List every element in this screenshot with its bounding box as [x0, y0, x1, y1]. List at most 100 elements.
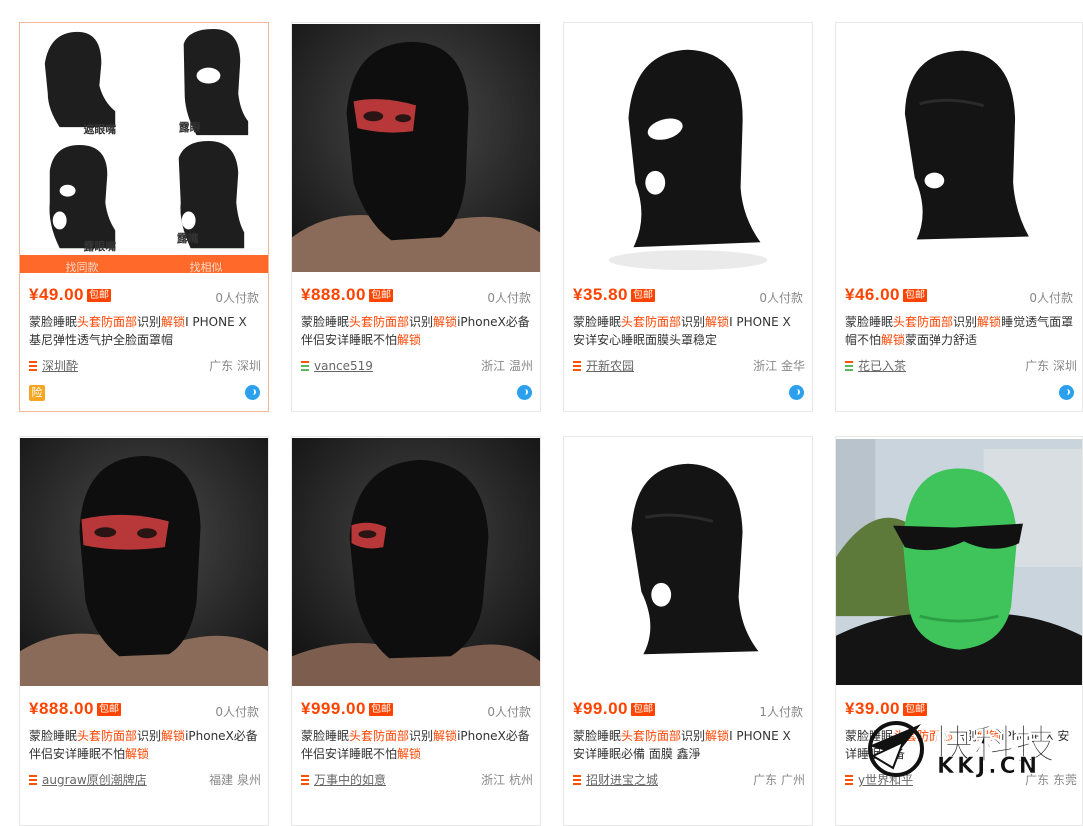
- price-row: ¥888.00 包邮: [301, 285, 393, 305]
- free-shipping-badge: 包邮: [631, 702, 655, 716]
- find-similar-button[interactable]: 找相似: [144, 255, 268, 273]
- title-text: 蒙脸睡眠: [301, 729, 350, 743]
- product-title[interactable]: 蒙脸睡眠头套防面部识别解锁I PHONE X 安详睡眠必備 面膜 鑫淨: [573, 727, 805, 763]
- location: 浙江 杭州: [481, 773, 533, 787]
- price-row: ¥99.00 包邮: [573, 699, 655, 719]
- product-image[interactable]: [836, 23, 1082, 273]
- product-card[interactable]: ¥888.00 包邮 0人付款 蒙脸睡眠头套防面部识别解锁iPhoneX必备伴侣…: [291, 22, 541, 412]
- free-shipping-badge: 包邮: [87, 288, 111, 302]
- product-title[interactable]: 蒙脸睡眠头套防面部识别解锁I PHONE X 安详安心睡眠面膜头罩稳定: [573, 313, 805, 349]
- chat-icon[interactable]: [789, 385, 804, 400]
- title-text: 蒙脸睡眠: [29, 315, 78, 329]
- free-shipping-badge: 包邮: [631, 288, 655, 302]
- free-shipping-badge: 包邮: [368, 702, 393, 716]
- price: ¥35.80: [573, 285, 628, 304]
- product-image[interactable]: [292, 23, 540, 273]
- variant-label: 露嘴: [177, 231, 199, 245]
- title-keyword: 解锁: [125, 747, 150, 761]
- product-title[interactable]: 蒙脸睡眠头套防面部识别解锁iPhoneX必备伴侣安详睡眠不怕解锁: [29, 727, 261, 763]
- title-text: 识别: [953, 315, 978, 329]
- product-card[interactable]: ¥888.00 包邮 0人付款 蒙脸睡眠头套防面部识别解锁iPhoneX必备伴侣…: [19, 436, 269, 826]
- mask-product-image: [564, 438, 812, 686]
- shop-link[interactable]: 开新农园: [586, 357, 634, 374]
- title-text: 识别: [137, 729, 162, 743]
- product-title[interactable]: 蒙脸睡眠头套防面部识别解锁iPhoneX必备伴侣安详睡眠不怕解锁: [301, 727, 533, 763]
- title-text: 蒙脸睡眠: [29, 729, 78, 743]
- product-image[interactable]: [836, 437, 1082, 687]
- shop-link[interactable]: 万事中的如意: [314, 771, 386, 788]
- product-card[interactable]: ¥35.80 包邮 0人付款 蒙脸睡眠头套防面部识别解锁I PHONE X 安详…: [563, 22, 813, 412]
- mask-variants-image: 遮眼嘴 露眼 露眼嘴 露嘴: [20, 24, 268, 272]
- chat-icon[interactable]: [245, 385, 260, 400]
- product-card[interactable]: ¥99.00 包邮 1人付款 蒙脸睡眠头套防面部识别解锁I PHONE X 安详…: [563, 436, 813, 826]
- title-keyword: 解锁: [397, 747, 422, 761]
- price-row: ¥49.00 包邮: [29, 285, 111, 305]
- title-keyword: 头套防面部: [349, 315, 410, 329]
- shop-link[interactable]: 花已入茶: [858, 357, 906, 374]
- price-row: ¥999.00 包邮: [301, 699, 393, 719]
- shop-link[interactable]: vance519: [314, 359, 373, 373]
- find-same-button[interactable]: 找同款: [20, 255, 144, 273]
- title-text: 识别: [409, 729, 434, 743]
- location: 浙江 金华: [753, 359, 805, 373]
- location: 广东 深圳: [209, 359, 261, 373]
- shop-link[interactable]: augraw原创潮牌店: [42, 771, 147, 788]
- product-image[interactable]: [292, 437, 540, 687]
- title-keyword: 解锁: [161, 315, 186, 329]
- man-mask-photo: [292, 438, 540, 686]
- title-keyword: 解锁: [705, 315, 730, 329]
- chat-icon[interactable]: [517, 385, 532, 400]
- shop-icon: [845, 774, 853, 785]
- shop-row: 深圳酔 广东 深圳: [29, 357, 261, 374]
- shop-link[interactable]: 招财进宝之城: [586, 771, 658, 788]
- variant-label: 露眼: [179, 121, 201, 134]
- title-text: 蒙脸睡眠: [845, 315, 894, 329]
- shop-link[interactable]: 深圳酔: [42, 357, 78, 374]
- title-keyword: 解锁: [433, 729, 458, 743]
- shop-row: 招财进宝之城 广东 广州: [573, 771, 805, 788]
- shop-row: augraw原创潮牌店 福建 泉州: [29, 771, 261, 788]
- location: 广东 深圳: [1025, 359, 1077, 373]
- price-row: ¥35.80 包邮: [573, 285, 655, 305]
- price: ¥49.00: [29, 285, 84, 304]
- free-shipping-badge: 包邮: [96, 702, 121, 716]
- action-bar: 找同款 找相似: [20, 255, 268, 273]
- sales-count: 0人付款: [759, 291, 803, 305]
- shop-icon: [301, 774, 309, 785]
- product-title[interactable]: 蒙脸睡眠头套防面部识别解锁iPhoneX必备伴侣安详睡眠不怕解锁: [301, 313, 533, 349]
- sales-count: 0人付款: [215, 291, 259, 305]
- product-image[interactable]: [564, 23, 812, 273]
- location: 广东 广州: [753, 773, 805, 787]
- product-card[interactable]: ¥999.00 包邮 0人付款 蒙脸睡眠头套防面部识别解锁iPhoneX必备伴侣…: [291, 436, 541, 826]
- title-keyword: 头套防面部: [621, 729, 682, 743]
- title-text: 蒙脸睡眠: [301, 315, 350, 329]
- title-keyword: 头套防面部: [893, 315, 954, 329]
- price: ¥99.00: [573, 699, 628, 718]
- product-card[interactable]: ¥46.00 包邮 0人付款 蒙脸睡眠头套防面部识别解锁睡觉透气面罩帽不怕解锁蒙…: [835, 22, 1083, 412]
- location: 福建 泉州: [209, 773, 261, 787]
- insurance-icon: 险: [29, 385, 45, 401]
- man-mask-photo: [20, 438, 268, 686]
- shop-icon: [845, 360, 853, 371]
- shop-icon: [29, 360, 37, 371]
- title-keyword: 解锁: [397, 333, 422, 347]
- mask-product-image: [564, 24, 812, 272]
- title-text: 蒙脸睡眠: [573, 729, 622, 743]
- title-text: 识别: [137, 315, 162, 329]
- product-card[interactable]: 遮眼嘴 露眼 露眼嘴 露嘴 找同款 找相似 ¥49.00 包邮 0人付款 蒙脸睡…: [19, 22, 269, 412]
- variant-label: 遮眼嘴: [83, 122, 116, 136]
- product-image[interactable]: 遮眼嘴 露眼 露眼嘴 露嘴: [20, 23, 268, 273]
- sales-count: 0人付款: [487, 291, 531, 305]
- shop-icon: [573, 360, 581, 371]
- product-title[interactable]: 蒙脸睡眠头套防面部识别解锁I PHONE X 基尼弹性透气护全脸面罩帽: [29, 313, 261, 349]
- product-title[interactable]: 蒙脸睡眠头套防面部识别解锁睡觉透气面罩帽不怕解锁蒙面弹力舒适: [845, 313, 1077, 349]
- chat-icon[interactable]: [1059, 385, 1074, 400]
- price-row: ¥888.00 包邮: [29, 699, 121, 719]
- sales-count: 0人付款: [487, 705, 531, 719]
- title-text: 识别: [681, 729, 706, 743]
- kkj-logo-icon: [868, 721, 924, 777]
- product-image[interactable]: [20, 437, 268, 687]
- price: ¥888.00: [29, 699, 94, 718]
- title-text: 识别: [681, 315, 706, 329]
- product-image[interactable]: [564, 437, 812, 687]
